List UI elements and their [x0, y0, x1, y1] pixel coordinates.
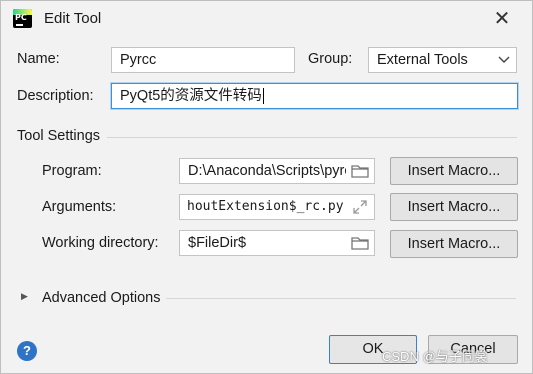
working-directory-input[interactable]: $FileDir$ — [179, 230, 375, 256]
arguments-input-value: houtExtension$_rc.py — [187, 199, 344, 214]
edit-tool-dialog: PC Edit Tool ✕ Name: Pyrcc Group: Extern… — [0, 0, 533, 374]
watermark: CSDN @与子同裳 — [382, 349, 488, 364]
name-input-value: Pyrcc — [120, 52, 157, 68]
dialog-title: Edit Tool — [44, 10, 102, 27]
insert-macro-button-program[interactable]: Insert Macro... — [390, 157, 518, 185]
triangle-right-icon: ▶ — [21, 291, 28, 301]
expand-icon[interactable] — [346, 195, 374, 219]
working-directory-label: Working directory: — [42, 235, 159, 251]
chevron-down-icon — [498, 48, 510, 72]
group-label: Group: — [308, 51, 353, 67]
arguments-input[interactable]: houtExtension$_rc.py — [179, 194, 375, 220]
description-input-value: PyQt5的资源文件转码 — [120, 88, 262, 104]
name-label: Name: — [17, 51, 60, 67]
advanced-divider — [166, 298, 516, 299]
program-input[interactable]: D:\Anaconda\Scripts\pyrcc5.exe — [179, 158, 375, 184]
program-label: Program: — [42, 163, 102, 179]
name-input[interactable]: Pyrcc — [111, 47, 295, 73]
arguments-label: Arguments: — [42, 199, 117, 215]
close-button[interactable]: ✕ — [489, 7, 515, 31]
help-icon[interactable]: ? — [17, 341, 37, 361]
folder-icon[interactable] — [346, 231, 374, 255]
group-select[interactable]: External Tools — [368, 47, 517, 73]
title-bar: PC Edit Tool ✕ — [1, 1, 532, 37]
tool-settings-heading: Tool Settings — [17, 128, 101, 144]
insert-macro-button-working-dir[interactable]: Insert Macro... — [390, 230, 518, 258]
section-divider — [107, 137, 517, 138]
folder-icon[interactable] — [346, 159, 374, 183]
advanced-options-label: Advanced Options — [42, 290, 161, 306]
pycharm-icon: PC — [13, 9, 32, 28]
text-caret — [262, 88, 264, 105]
description-input[interactable]: PyQt5的资源文件转码 — [111, 83, 518, 109]
group-select-value: External Tools — [377, 52, 468, 68]
advanced-options-toggle[interactable]: ▶ Advanced Options — [21, 289, 161, 309]
working-directory-input-value: $FileDir$ — [188, 235, 247, 251]
description-label: Description: — [17, 88, 94, 104]
insert-macro-button-arguments[interactable]: Insert Macro... — [390, 193, 518, 221]
